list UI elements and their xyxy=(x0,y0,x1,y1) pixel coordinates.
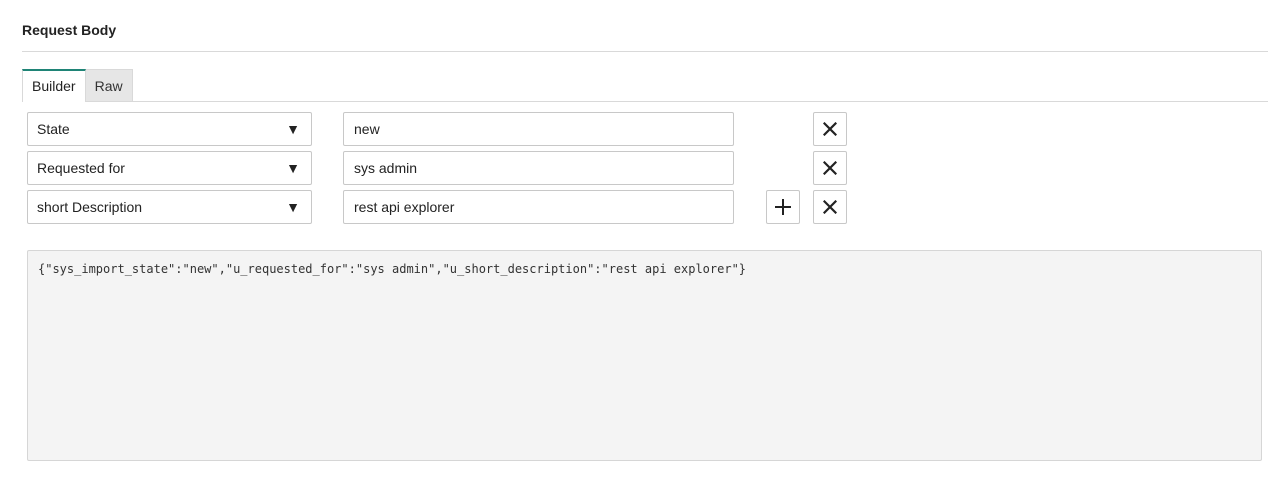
chevron-down-icon: ▼ xyxy=(286,121,300,137)
remove-row-button[interactable] xyxy=(813,190,847,224)
value-input[interactable] xyxy=(343,151,734,185)
remove-row-button[interactable] xyxy=(813,112,847,146)
close-icon xyxy=(823,200,837,214)
section-title: Request Body xyxy=(22,22,117,38)
field-select[interactable]: Requested for ▼ xyxy=(27,151,312,185)
tabs-divider xyxy=(85,101,1268,102)
request-body-panel: Request Body Builder Raw State ▼ Request… xyxy=(0,0,1284,497)
section-divider xyxy=(22,51,1268,52)
tab-bar: Builder Raw xyxy=(22,69,133,102)
field-select-label: short Description xyxy=(37,199,143,215)
plus-icon xyxy=(775,199,791,215)
field-row: Requested for ▼ xyxy=(27,151,857,185)
chevron-down-icon: ▼ xyxy=(286,160,300,176)
field-select-label: State xyxy=(37,121,70,137)
field-select-label: Requested for xyxy=(37,160,125,176)
add-row-button[interactable] xyxy=(766,190,800,224)
remove-row-button[interactable] xyxy=(813,151,847,185)
close-icon xyxy=(823,122,837,136)
value-input[interactable] xyxy=(343,190,734,224)
field-select[interactable]: short Description ▼ xyxy=(27,190,312,224)
tab-raw[interactable]: Raw xyxy=(85,69,133,102)
value-input[interactable] xyxy=(343,112,734,146)
field-select[interactable]: State ▼ xyxy=(27,112,312,146)
close-icon xyxy=(823,161,837,175)
field-row: short Description ▼ xyxy=(27,190,857,224)
tab-builder[interactable]: Builder xyxy=(22,69,86,102)
json-preview[interactable]: {"sys_import_state":"new","u_requested_f… xyxy=(27,250,1262,461)
field-row: State ▼ xyxy=(27,112,857,146)
chevron-down-icon: ▼ xyxy=(286,199,300,215)
